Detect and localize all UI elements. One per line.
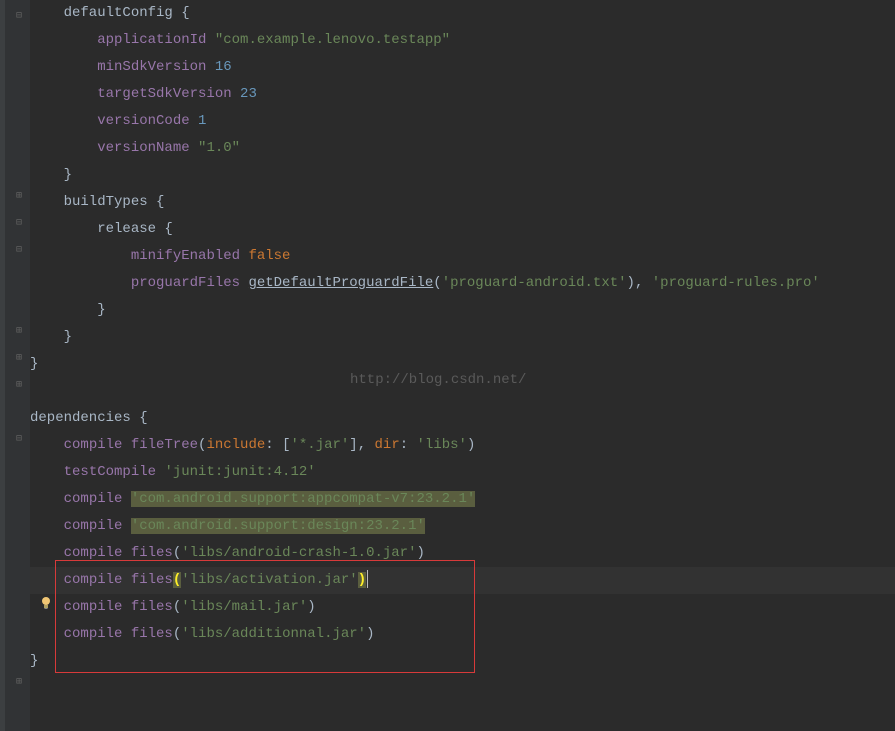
code-line[interactable]: targetSdkVersion 23	[30, 81, 895, 108]
code-line[interactable]: release {	[30, 216, 895, 243]
code-line[interactable]: buildTypes {	[30, 189, 895, 216]
code-line[interactable]: proguardFiles getDefaultProguardFile('pr…	[30, 270, 895, 297]
code-line[interactable]: minifyEnabled false	[30, 243, 895, 270]
code-line[interactable]: compile 'com.android.support:design:23.2…	[30, 513, 895, 540]
code-line[interactable]: versionName "1.0"	[30, 135, 895, 162]
editor-container: ⊟ ⊞ ⊟ ⊟ ⊞ ⊞ ⊞ ⊟ ⊞ defaultConfig { applic…	[0, 0, 895, 731]
fold-mark[interactable]: ⊟	[14, 433, 24, 443]
watermark-text: http://blog.csdn.net/	[350, 372, 526, 388]
code-line[interactable]: compile fileTree(include: ['*.jar'], dir…	[30, 432, 895, 459]
text-cursor	[367, 570, 368, 588]
code-line[interactable]: compile 'com.android.support:appcompat-v…	[30, 486, 895, 513]
gutter: ⊟ ⊞ ⊟ ⊟ ⊞ ⊞ ⊞ ⊟ ⊞	[0, 0, 30, 731]
gutter-border	[0, 0, 5, 731]
code-line[interactable]: }	[30, 297, 895, 324]
code-line[interactable]: versionCode 1	[30, 108, 895, 135]
code-line[interactable]: compile files('libs/mail.jar')	[30, 594, 895, 621]
fold-mark[interactable]: ⊟	[14, 10, 24, 20]
code-line[interactable]: }	[30, 324, 895, 351]
fold-mark[interactable]: ⊞	[14, 676, 24, 686]
fold-mark[interactable]: ⊞	[14, 352, 24, 362]
code-line[interactable]: minSdkVersion 16	[30, 54, 895, 81]
fold-mark[interactable]: ⊟	[14, 244, 24, 254]
code-line[interactable]: }	[30, 162, 895, 189]
lightbulb-icon[interactable]	[38, 595, 54, 611]
code-line-current[interactable]: compile files('libs/activation.jar')	[30, 567, 895, 594]
code-line[interactable]: defaultConfig {	[30, 0, 895, 27]
fold-mark[interactable]: ⊟	[14, 217, 24, 227]
code-line[interactable]: compile files('libs/android-crash-1.0.ja…	[30, 540, 895, 567]
code-line[interactable]: compile files('libs/additionnal.jar')	[30, 621, 895, 648]
code-line[interactable]: }	[30, 648, 895, 675]
code-line[interactable]: applicationId "com.example.lenovo.testap…	[30, 27, 895, 54]
fold-mark[interactable]: ⊞	[14, 190, 24, 200]
fold-mark[interactable]: ⊞	[14, 379, 24, 389]
code-line[interactable]: dependencies {	[30, 405, 895, 432]
fold-mark[interactable]: ⊞	[14, 325, 24, 335]
code-area[interactable]: defaultConfig { applicationId "com.examp…	[30, 0, 895, 731]
code-line[interactable]: testCompile 'junit:junit:4.12'	[30, 459, 895, 486]
